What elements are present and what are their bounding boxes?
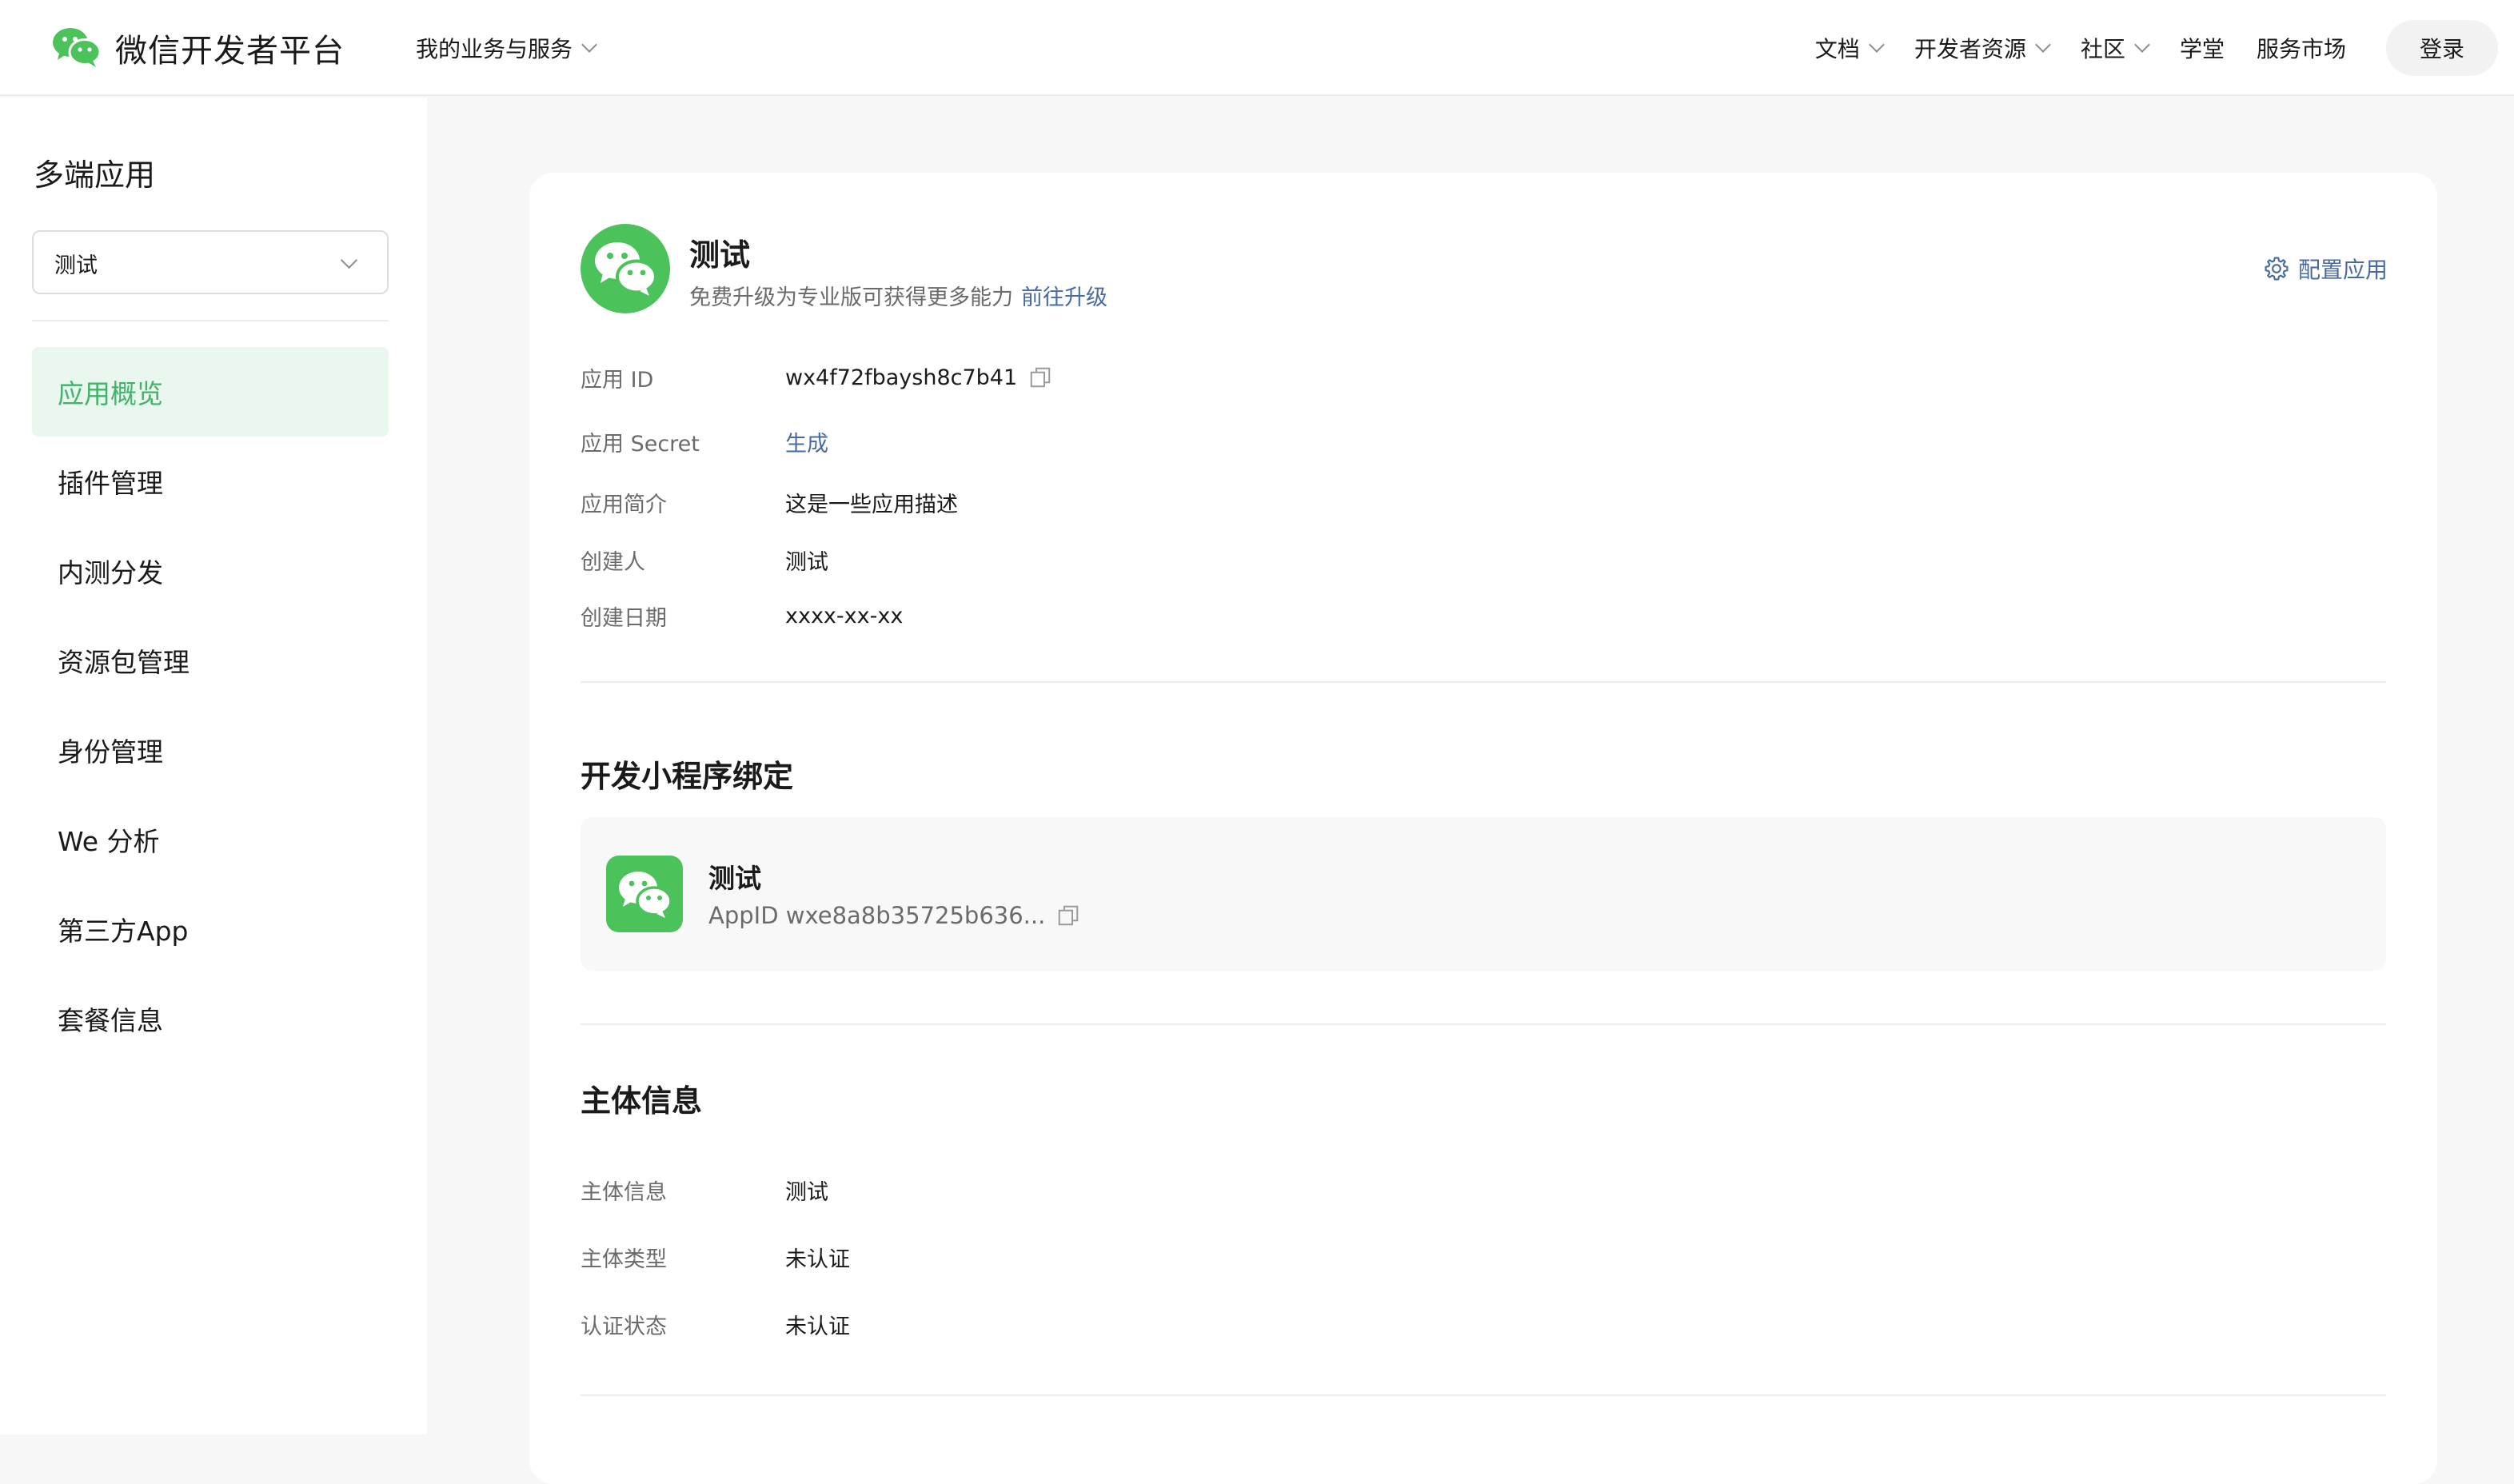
app-select-dropdown[interactable]: 测试 <box>32 230 389 294</box>
sidebar-title: 多端应用 <box>34 158 156 193</box>
info-row-creator: 创建人 测试 <box>581 544 828 576</box>
app-avatar <box>581 224 670 313</box>
created-date-value: xxxx-xx-xx <box>785 603 904 628</box>
brand[interactable]: 微信开发者平台 <box>51 24 345 72</box>
section-divider <box>581 1023 2386 1025</box>
upgrade-hint: 免费升级为专业版可获得更多能力 前往升级 <box>689 280 1107 311</box>
app-id-value: wx4f72fbaysh8c7b41 <box>785 365 1018 390</box>
info-row-verification-status: 认证状态 未认证 <box>581 1308 850 1340</box>
app-description-value: 这是一些应用描述 <box>785 492 958 517</box>
upgrade-link[interactable]: 前往升级 <box>1021 285 1107 310</box>
sidebar-item-overview[interactable]: 应用概览 <box>32 347 389 437</box>
sidebar-item-identity[interactable]: 身份管理 <box>32 705 389 795</box>
info-row-entity-type: 主体类型 未认证 <box>581 1241 850 1273</box>
info-row-app-id: 应用 ID wx4f72fbaysh8c7b41 <box>581 361 1052 393</box>
configure-app-button[interactable]: 配置应用 <box>2263 253 2388 285</box>
info-row-created-date: 创建日期 xxxx-xx-xx <box>581 600 903 632</box>
sidebar-item-plugins[interactable]: 插件管理 <box>32 437 389 526</box>
login-button[interactable]: 登录 <box>2386 20 2498 76</box>
brand-name: 微信开发者平台 <box>115 33 345 70</box>
configure-app-label: 配置应用 <box>2297 257 2388 283</box>
info-label: 主体类型 <box>581 1247 667 1272</box>
upgrade-text: 免费升级为专业版可获得更多能力 <box>689 285 1013 310</box>
business-services-label: 我的业务与服务 <box>416 36 573 62</box>
miniprogram-appid-text: AppID wxe8a8b35725b636... <box>708 902 1046 929</box>
app-select-value: 测试 <box>54 253 98 278</box>
sidebar-item-resource-packages[interactable]: 资源包管理 <box>32 616 389 705</box>
app-name: 测试 <box>689 237 751 273</box>
wechat-logo-icon <box>595 242 657 296</box>
nav-item-docs[interactable]: 文档 <box>1814 32 1885 64</box>
info-label: 应用 Secret <box>581 431 700 457</box>
info-row-app-secret: 应用 Secret 生成 <box>581 425 828 457</box>
wechat-logo-icon <box>53 28 102 67</box>
info-label: 认证状态 <box>581 1314 667 1339</box>
nav-item-community[interactable]: 社区 <box>2080 32 2150 64</box>
copy-icon[interactable] <box>1028 365 1052 389</box>
copy-icon[interactable] <box>1056 904 1080 927</box>
info-label: 主体信息 <box>581 1179 667 1205</box>
wechat-logo-icon <box>619 872 672 918</box>
info-label: 应用 ID <box>581 367 654 393</box>
nav-item-academy[interactable]: 学堂 <box>2180 32 2225 64</box>
nav-item-label: 社区 <box>2080 36 2125 62</box>
info-label: 创建日期 <box>581 605 667 631</box>
section-divider <box>581 1394 2386 1396</box>
miniprogram-appid: AppID wxe8a8b35725b636... <box>708 902 1080 929</box>
nav-item-label: 学堂 <box>2179 36 2225 62</box>
sidebar-item-third-party-app[interactable]: 第三方App <box>32 884 389 974</box>
sidebar-menu: 应用概览 插件管理 内测分发 资源包管理 身份管理 We 分析 第三方App 套… <box>32 347 389 1063</box>
sidebar-item-plan-info[interactable]: 套餐信息 <box>32 974 389 1063</box>
chevron-down-icon <box>2134 37 2150 53</box>
app-overview-card: 测试 免费升级为专业版可获得更多能力 前往升级 配置应用 应用 ID wx4f72… <box>529 173 2437 1484</box>
info-label: 应用简介 <box>581 492 667 517</box>
nav-item-label: 服务市场 <box>2256 36 2346 62</box>
chevron-down-icon <box>2035 37 2051 53</box>
miniprogram-section-title: 开发小程序绑定 <box>581 759 794 794</box>
info-row-entity-info: 主体信息 测试 <box>581 1174 828 1206</box>
sidebar-item-beta-distribution[interactable]: 内测分发 <box>32 526 389 616</box>
business-services-menu[interactable]: 我的业务与服务 <box>416 29 597 67</box>
sidebar: 多端应用 测试 应用概览 插件管理 内测分发 资源包管理 身份管理 We 分析 … <box>0 98 427 1434</box>
miniprogram-avatar <box>606 856 683 932</box>
nav-item-label: 开发者资源 <box>1913 36 2026 62</box>
section-divider <box>581 681 2386 683</box>
top-navigation-bar: 微信开发者平台 我的业务与服务 文档 开发者资源 社区 学堂 服务市场 登录 <box>0 0 2514 96</box>
miniprogram-name: 测试 <box>708 863 761 894</box>
nav-item-service-market[interactable]: 服务市场 <box>2257 32 2346 64</box>
entity-section-title: 主体信息 <box>581 1083 703 1119</box>
entity-type-value: 未认证 <box>785 1247 850 1272</box>
entity-info-value: 测试 <box>785 1179 828 1205</box>
top-nav-links: 文档 开发者资源 社区 学堂 服务市场 登录 <box>1783 0 2514 96</box>
nav-item-label: 文档 <box>1814 36 1860 62</box>
nav-item-developer-resources[interactable]: 开发者资源 <box>1913 32 2051 64</box>
bound-miniprogram-card[interactable]: 测试 AppID wxe8a8b35725b636... <box>581 817 2386 971</box>
sidebar-item-we-analytics[interactable]: We 分析 <box>32 795 389 884</box>
info-label: 创建人 <box>581 549 645 575</box>
chevron-down-icon <box>581 37 597 53</box>
chevron-down-icon <box>340 251 358 269</box>
chevron-down-icon <box>1869 37 1885 53</box>
creator-value: 测试 <box>785 549 828 575</box>
generate-secret-link[interactable]: 生成 <box>785 426 828 457</box>
sidebar-divider <box>32 320 389 321</box>
verification-status-value: 未认证 <box>785 1314 850 1339</box>
gear-icon <box>2265 257 2289 281</box>
info-row-app-description: 应用简介 这是一些应用描述 <box>581 486 958 518</box>
